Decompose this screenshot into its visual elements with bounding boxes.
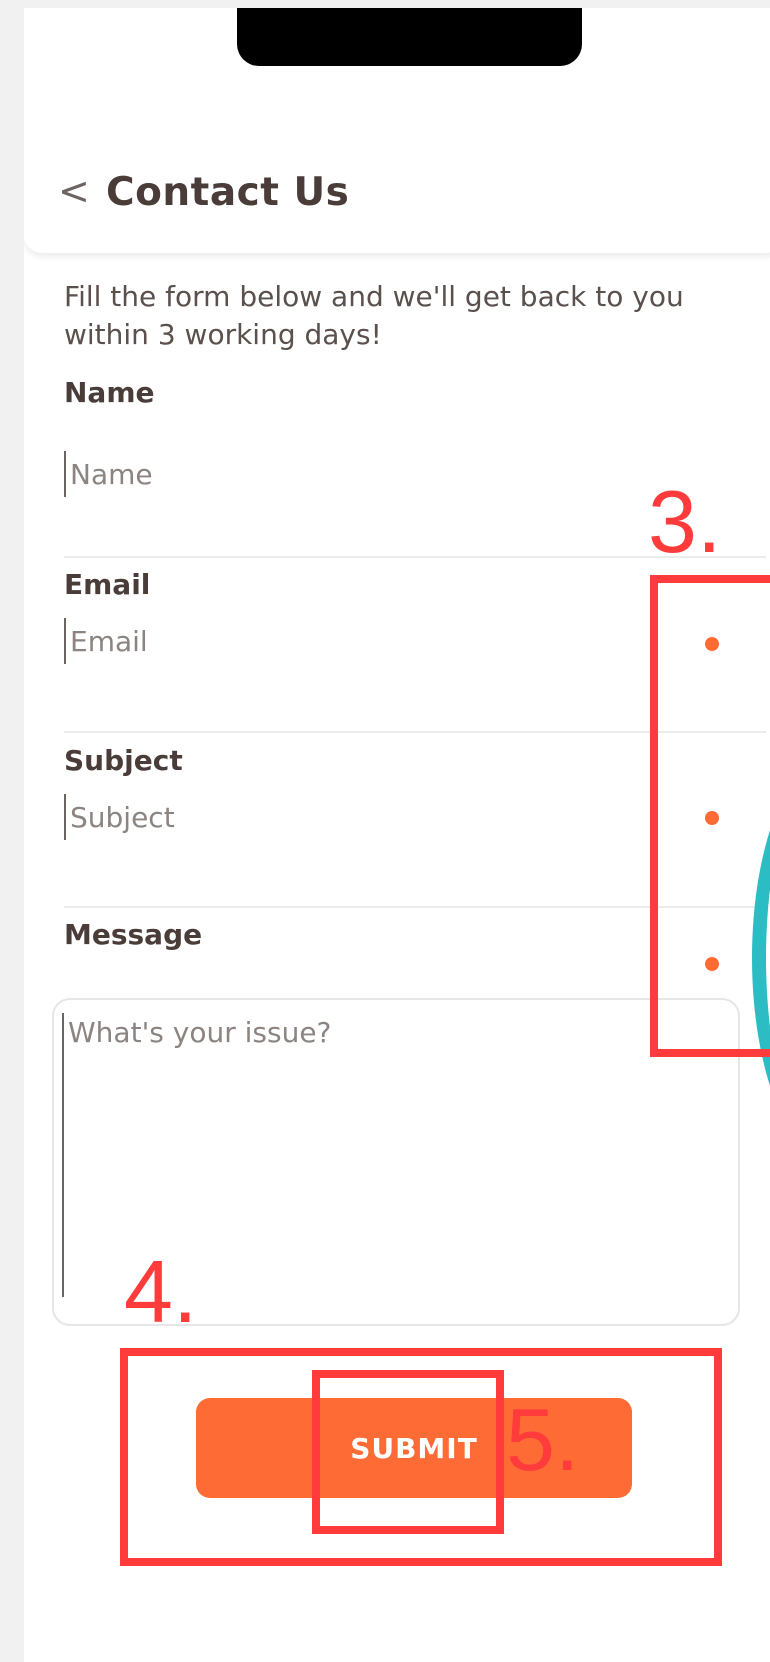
subject-label: Subject bbox=[64, 744, 183, 777]
page-title: Contact Us bbox=[106, 170, 350, 215]
annotation-label-3: 3. bbox=[648, 472, 722, 571]
annotation-box-3 bbox=[650, 575, 770, 1057]
top-app-bar: < Contact Us bbox=[24, 88, 770, 253]
email-label: Email bbox=[64, 568, 151, 601]
intro-text: Fill the form below and we'll get back t… bbox=[64, 280, 684, 351]
chevron-left-icon: < bbox=[58, 169, 90, 213]
annotation-box-5 bbox=[312, 1370, 504, 1534]
message-label: Message bbox=[64, 918, 203, 951]
annotation-label-4: 4. bbox=[124, 1242, 198, 1341]
name-input[interactable] bbox=[64, 451, 712, 497]
subject-input[interactable] bbox=[64, 794, 712, 840]
annotation-label-5: 5. bbox=[506, 1390, 580, 1489]
back-button[interactable]: < bbox=[58, 168, 94, 214]
name-label: Name bbox=[64, 376, 155, 409]
phone-screen: < Contact Us Fill the form below and we'… bbox=[24, 8, 770, 1662]
device-notch bbox=[237, 8, 582, 66]
email-input[interactable] bbox=[64, 618, 712, 664]
